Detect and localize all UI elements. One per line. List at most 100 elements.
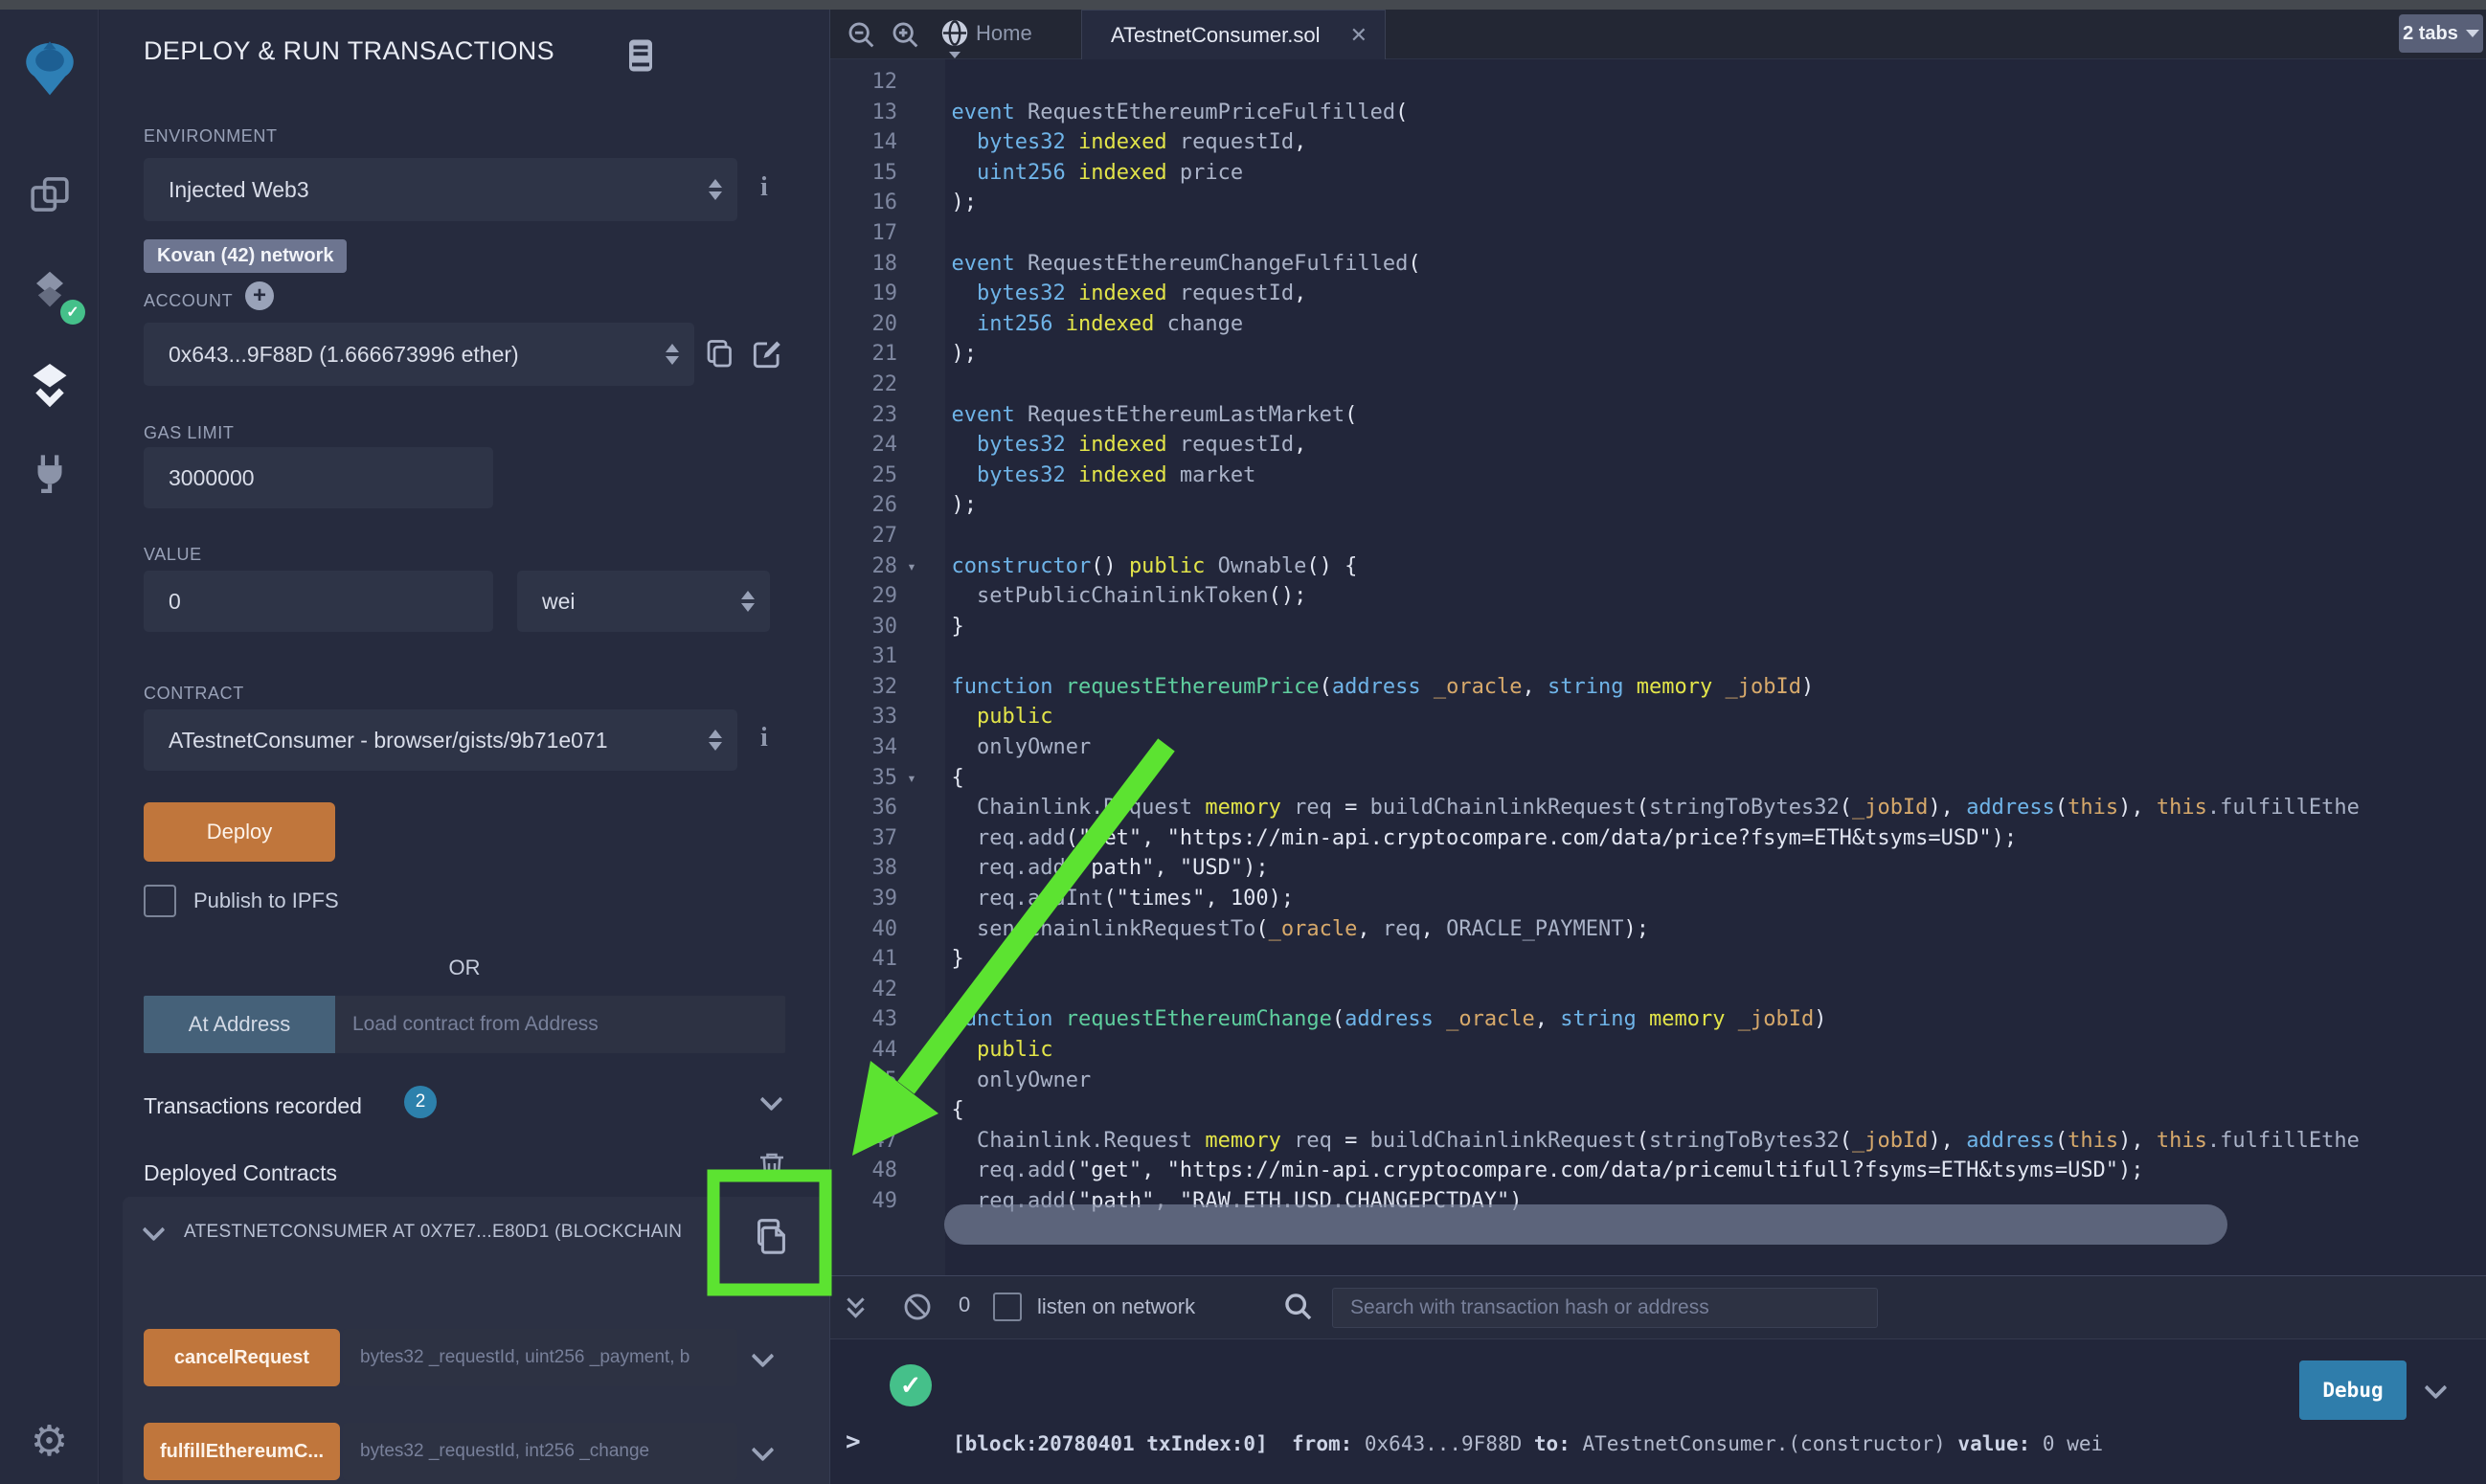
publish-ipfs-label: Publish to IPFS xyxy=(193,888,339,913)
zoom-in-icon[interactable] xyxy=(890,19,922,52)
contract-select[interactable]: ATestnetConsumer - browser/gists/9b71e07… xyxy=(144,709,737,771)
tx-log-entry[interactable]: [block:20780401 txIndex:0] from: 0x643..… xyxy=(953,1360,2103,1484)
cancel-request-params-input[interactable]: bytes32 _requestId, uint256 _payment, b xyxy=(343,1329,737,1386)
deploy-button[interactable]: Deploy xyxy=(144,802,335,862)
transactions-chevron-icon[interactable] xyxy=(759,1088,782,1111)
cancel-request-button[interactable]: cancelRequest xyxy=(144,1329,340,1386)
code-editor[interactable]: 1213 event RequestEthereumPriceFulfilled… xyxy=(830,67,2486,1275)
at-address-placeholder: Load contract from Address xyxy=(335,1013,599,1036)
remix-ide-window: ✓ ⚙ DEPLOY & RUN TRANSACTIONS xyxy=(0,0,2486,1484)
environment-info-icon[interactable]: i xyxy=(760,172,768,203)
code-line: 40 sendChainlinkRequestTo(_oracle, req, … xyxy=(830,914,2486,945)
clear-deployed-trash-icon[interactable] xyxy=(755,1147,789,1185)
tabs-count-button[interactable]: 2 tabs xyxy=(2399,14,2483,53)
transactions-count-badge: 2 xyxy=(404,1086,437,1118)
code-line: 43 function requestEthereumChange(addres… xyxy=(830,1004,2486,1035)
terminal-search-input[interactable]: Search with transaction hash or address xyxy=(1332,1288,1878,1328)
add-account-icon[interactable]: + xyxy=(245,281,274,310)
edit-account-icon[interactable] xyxy=(749,335,785,373)
transactions-recorded-label: Transactions recorded xyxy=(144,1093,362,1119)
at-address-button[interactable]: At Address xyxy=(144,996,335,1053)
code-line: 29 setPublicChainlinkToken(); xyxy=(830,581,2486,612)
copy-account-icon[interactable] xyxy=(703,335,737,373)
tabs-count-label: 2 tabs xyxy=(2403,23,2458,45)
window-top-strip xyxy=(0,0,2486,10)
select-spinner-icon xyxy=(709,179,722,200)
code-line: 21 ); xyxy=(830,339,2486,370)
deployed-contract-title[interactable]: ATESTNETCONSUMER AT 0X7E7...E80D1 (BLOCK… xyxy=(184,1222,745,1243)
code-line: 16 ); xyxy=(830,188,2486,218)
fulfill-ethereum-button[interactable]: fulfillEthereumC... xyxy=(144,1423,340,1480)
horizontal-scrollbar[interactable] xyxy=(944,1204,2227,1245)
contract-expand-chevron-icon[interactable] xyxy=(142,1218,165,1241)
terminal-toolbar: 0 listen on network Search with transact… xyxy=(830,1276,2486,1339)
code-line: 12 xyxy=(830,67,2486,98)
code-line: 17 xyxy=(830,218,2486,249)
code-line: 31 xyxy=(830,641,2486,672)
cancel-request-expand-chevron-icon[interactable] xyxy=(751,1344,774,1367)
deployed-contract-card: ATESTNETCONSUMER AT 0X7E7...E80D1 (BLOCK… xyxy=(123,1197,829,1484)
publish-ipfs-checkbox[interactable] xyxy=(144,885,176,917)
code-line: 36 Chainlink.Request memory req = buildC… xyxy=(830,793,2486,823)
contract-value: ATestnetConsumer - browser/gists/9b71e07… xyxy=(144,728,701,753)
copy-contract-address-icon[interactable] xyxy=(749,1210,793,1260)
zoom-out-icon[interactable] xyxy=(846,19,878,52)
file-explorer-icon[interactable] xyxy=(0,170,99,218)
expand-terminal-icon[interactable] xyxy=(849,1293,862,1315)
plugin-manager-icon[interactable] xyxy=(0,450,99,498)
environment-select[interactable]: Injected Web3 xyxy=(144,158,737,221)
account-label: ACCOUNT xyxy=(144,291,233,311)
environment-label: ENVIRONMENT xyxy=(144,126,278,146)
tab-atestnetconsumer[interactable]: ATestnetConsumer.sol ✕ xyxy=(1081,10,1386,59)
terminal-prompt[interactable]: > xyxy=(846,1428,861,1456)
settings-gear-icon[interactable]: ⚙ xyxy=(0,1417,99,1466)
value-input[interactable]: 0 xyxy=(144,571,493,632)
account-select[interactable]: 0x643...9F88D (1.666673996 ether) xyxy=(144,323,694,386)
value-amount: 0 xyxy=(144,589,493,615)
workspace-globe-icon[interactable] xyxy=(938,17,972,58)
tx-success-icon: ✓ xyxy=(890,1364,932,1406)
fulfill-ethereum-params-placeholder: bytes32 _requestId, int256 _change xyxy=(343,1441,649,1462)
contract-info-icon[interactable]: i xyxy=(760,723,768,753)
network-badge: Kovan (42) network xyxy=(144,239,347,273)
code-line: 30 } xyxy=(830,612,2486,642)
log-expand-chevron-icon[interactable] xyxy=(2424,1376,2447,1399)
at-address-input[interactable]: Load contract from Address xyxy=(335,996,785,1053)
code-line: 18 event RequestEthereumChangeFulfilled( xyxy=(830,249,2486,280)
pending-tx-count: 0 xyxy=(959,1293,970,1317)
code-line: 25 bytes32 indexed market xyxy=(830,461,2486,491)
code-line: 32 function requestEthereumPrice(address… xyxy=(830,672,2486,703)
code-line: 44 public xyxy=(830,1035,2486,1066)
tab-label: ATestnetConsumer.sol xyxy=(1082,23,1333,48)
select-spinner-icon xyxy=(709,730,722,751)
gas-limit-input[interactable]: 3000000 xyxy=(144,447,493,508)
terminal-search-placeholder: Search with transaction hash or address xyxy=(1333,1296,1709,1319)
value-label: VALUE xyxy=(144,545,202,565)
code-line: 45 onlyOwner xyxy=(830,1066,2486,1096)
close-tab-icon[interactable]: ✕ xyxy=(1333,23,1385,48)
fulfill-ethereum-expand-chevron-icon[interactable] xyxy=(751,1438,774,1461)
docs-icon[interactable] xyxy=(626,38,655,73)
deploy-run-icon[interactable] xyxy=(0,357,99,411)
code-line: 47 Chainlink.Request memory req = buildC… xyxy=(830,1126,2486,1157)
value-unit-select[interactable]: wei xyxy=(517,571,770,632)
account-value: 0x643...9F88D (1.666673996 ether) xyxy=(144,342,658,368)
listen-network-checkbox[interactable] xyxy=(993,1293,1022,1321)
select-spinner-icon xyxy=(741,591,755,612)
clear-console-icon[interactable] xyxy=(901,1291,934,1323)
tab-home[interactable]: Home xyxy=(976,21,1032,46)
code-line: 48 req.add("get", "https://min-api.crypt… xyxy=(830,1156,2486,1186)
code-line: 24 bytes32 indexed requestId, xyxy=(830,430,2486,461)
environment-value: Injected Web3 xyxy=(144,177,701,203)
fulfill-ethereum-params-input[interactable]: bytes32 _requestId, int256 _change xyxy=(343,1423,737,1480)
deployed-contracts-label: Deployed Contracts xyxy=(144,1160,337,1186)
code-line: 13 event RequestEthereumPriceFulfilled( xyxy=(830,98,2486,128)
debug-button[interactable]: Debug xyxy=(2299,1360,2407,1420)
solidity-compiler-icon[interactable]: ✓ xyxy=(0,263,99,317)
compile-success-badge: ✓ xyxy=(60,300,85,325)
deploy-run-panel: DEPLOY & RUN TRANSACTIONS ENVIRONMENT In… xyxy=(100,10,829,1484)
code-line: 38 req.add("path", "USD"); xyxy=(830,853,2486,884)
select-spinner-icon xyxy=(666,344,679,365)
gas-limit-value: 3000000 xyxy=(144,465,493,491)
code-line: 41 } xyxy=(830,944,2486,975)
